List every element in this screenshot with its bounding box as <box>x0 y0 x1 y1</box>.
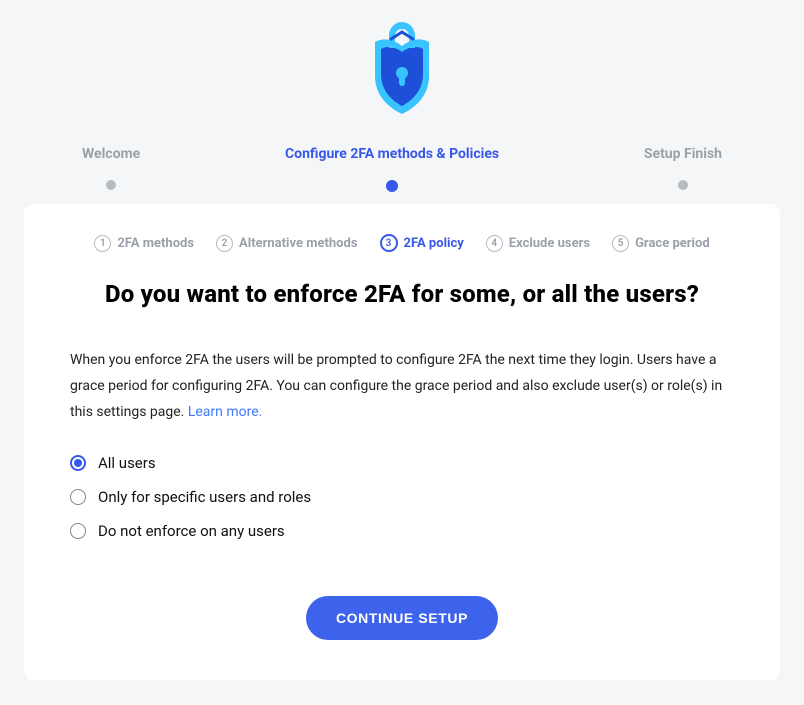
step-finish[interactable]: Setup Finish <box>644 146 722 192</box>
radio-icon <box>70 455 86 471</box>
substep-2fa-policy[interactable]: 3 2FA policy <box>380 234 464 252</box>
substep-nav: 1 2FA methods 2 Alternative methods 3 2F… <box>70 234 734 252</box>
step-label: Configure 2FA methods & Policies <box>285 146 499 162</box>
substep-alternative-methods[interactable]: 2 Alternative methods <box>216 234 358 252</box>
substep-label: Grace period <box>635 236 710 251</box>
wizard-stepper: Welcome Configure 2FA methods & Policies… <box>12 146 792 192</box>
step-welcome[interactable]: Welcome <box>82 146 140 192</box>
option-all-users[interactable]: All users <box>70 454 734 472</box>
option-do-not-enforce[interactable]: Do not enforce on any users <box>70 522 734 540</box>
option-label: Do not enforce on any users <box>98 522 285 540</box>
learn-more-link[interactable]: Learn more. <box>188 404 263 420</box>
substep-number: 4 <box>486 235 503 252</box>
enforce-options: All users Only for specific users and ro… <box>70 454 734 540</box>
description-text: When you enforce 2FA the users will be p… <box>70 352 722 420</box>
substep-grace-period[interactable]: 5 Grace period <box>612 234 710 252</box>
substep-2fa-methods[interactable]: 1 2FA methods <box>94 234 194 252</box>
substep-number: 1 <box>94 235 111 252</box>
step-label: Welcome <box>82 146 140 162</box>
step-configure[interactable]: Configure 2FA methods & Policies <box>285 146 499 192</box>
substep-number: 3 <box>380 234 398 252</box>
substep-label: 2FA policy <box>404 236 464 251</box>
wizard-card: 1 2FA methods 2 Alternative methods 3 2F… <box>24 204 780 680</box>
radio-icon <box>70 489 86 505</box>
substep-label: Alternative methods <box>239 236 358 251</box>
substep-label: Exclude users <box>509 236 590 251</box>
continue-setup-button[interactable]: CONTINUE SETUP <box>306 596 498 640</box>
substep-number: 2 <box>216 235 233 252</box>
radio-icon <box>70 523 86 539</box>
step-dot <box>678 180 688 190</box>
option-specific-users[interactable]: Only for specific users and roles <box>70 488 734 506</box>
substep-label: 2FA methods <box>117 236 194 251</box>
page-heading: Do you want to enforce 2FA for some, or … <box>70 280 734 308</box>
step-dot <box>386 180 398 192</box>
step-dot <box>106 180 116 190</box>
shield-lock-icon <box>357 18 447 118</box>
option-label: Only for specific users and roles <box>98 488 311 506</box>
description: When you enforce 2FA the users will be p… <box>70 348 734 426</box>
substep-number: 5 <box>612 235 629 252</box>
option-label: All users <box>98 454 156 472</box>
substep-exclude-users[interactable]: 4 Exclude users <box>486 234 590 252</box>
step-label: Setup Finish <box>644 146 722 162</box>
wizard-logo <box>12 18 792 118</box>
